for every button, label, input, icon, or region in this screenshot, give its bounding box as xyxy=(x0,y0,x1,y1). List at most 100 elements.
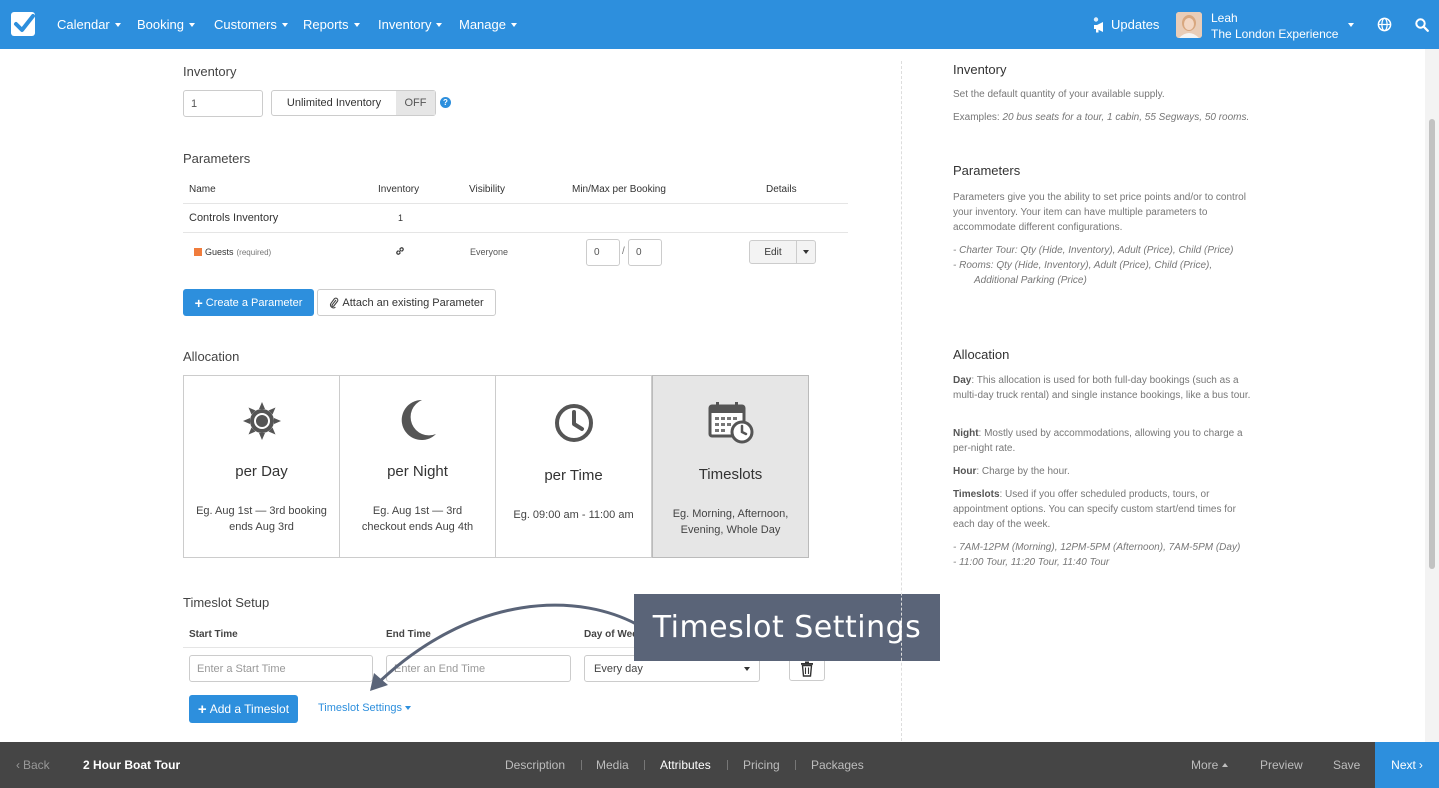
chevron-down-icon xyxy=(188,22,195,27)
main-content: Inventory 1 Unlimited Inventory OFF ? Pa… xyxy=(0,49,1439,742)
allocation-description: Eg. Aug 1st — 3rd checkout ends Aug 4th xyxy=(361,505,474,533)
help-timeslots-text: Timeslots: Used if you offer scheduled p… xyxy=(953,489,1236,530)
allocation-label: per Time xyxy=(544,467,603,484)
company-name: The London Experience xyxy=(1211,27,1339,41)
help-hour-text: Hour: Charge by the hour. xyxy=(953,466,1070,477)
back-button[interactable]: ‹ Back xyxy=(16,742,50,788)
chevron-down-icon xyxy=(114,22,121,27)
allocation-description: Eg. Aug 1st — 3rd booking ends Aug 3rd xyxy=(196,505,327,533)
user-name: Leah xyxy=(1211,11,1238,25)
chevron-up-icon xyxy=(1222,763,1229,767)
allocation-timeslots[interactable]: Timeslots Eg. Morning, Afternoon, Evening… xyxy=(652,375,809,558)
help-parameters-examples: - Charter Tour: Qty (Hide, Inventory), A… xyxy=(953,245,1234,286)
controls-inventory-count: 1 xyxy=(398,213,404,223)
user-menu[interactable]: Leah The London Experience xyxy=(1211,10,1346,42)
help-inventory-text: Set the default quantity of your availab… xyxy=(953,89,1165,100)
column-header-details: Details xyxy=(766,184,797,195)
column-header-name: Name xyxy=(189,184,216,195)
allocation-per-night[interactable]: per Night Eg. Aug 1st — 3rd checkout ends… xyxy=(339,375,496,558)
max-per-booking-input[interactable]: 0 xyxy=(628,239,662,266)
save-button[interactable]: Save xyxy=(1333,742,1360,788)
help-night-text: Night: Mostly used by accommodations, al… xyxy=(953,428,1243,454)
column-header-inventory: Inventory xyxy=(378,184,420,195)
column-header-visibility: Visibility xyxy=(469,184,505,195)
tab-description[interactable]: Description xyxy=(505,742,565,788)
help-inventory-title: Inventory xyxy=(953,62,1007,77)
annotation-arrow-icon xyxy=(370,603,647,691)
add-timeslot-button[interactable]: + Add a Timeslot xyxy=(189,695,298,723)
min-max-separator: / xyxy=(622,246,625,257)
paperclip-icon xyxy=(330,297,339,308)
annotation-callout: Timeslot Settings xyxy=(634,594,940,661)
more-button[interactable]: More xyxy=(1191,742,1229,788)
sidebar-divider xyxy=(901,61,902,741)
allocation-label: Timeslots xyxy=(698,466,763,483)
chevron-down-icon xyxy=(744,666,750,671)
edit-options-chevron-icon[interactable] xyxy=(797,241,815,263)
allocation-section-title: Allocation xyxy=(183,349,240,364)
user-avatar[interactable] xyxy=(1176,12,1202,38)
chevron-down-icon xyxy=(436,22,443,27)
edit-parameter-button[interactable]: Edit xyxy=(750,241,797,263)
clock-icon xyxy=(554,404,593,442)
parameter-color-swatch xyxy=(194,248,202,256)
checkfront-logo-icon[interactable] xyxy=(11,12,35,36)
top-nav-bar: Calendar Booking Customers Reports Inven… xyxy=(0,0,1439,49)
unlimited-inventory-label: Unlimited Inventory xyxy=(286,97,382,109)
tab-media[interactable]: Media xyxy=(596,742,629,788)
nav-inventory[interactable]: Inventory xyxy=(378,0,443,49)
preview-button[interactable]: Preview xyxy=(1260,742,1303,788)
timeslot-settings-link[interactable]: Timeslot Settings xyxy=(318,702,411,714)
trash-icon xyxy=(801,661,813,677)
chevron-down-icon xyxy=(404,706,411,710)
nav-calendar[interactable]: Calendar xyxy=(57,0,121,49)
attach-parameter-button[interactable]: Attach an existing Parameter xyxy=(317,289,496,316)
nav-manage[interactable]: Manage xyxy=(459,0,517,49)
user-menu-chevron-icon[interactable] xyxy=(1348,0,1354,49)
unlimited-inventory-state: OFF xyxy=(396,91,435,115)
nav-reports[interactable]: Reports xyxy=(303,0,360,49)
bottom-bar: ‹ Back 2 Hour Boat Tour Description Medi… xyxy=(0,742,1439,788)
chevron-right-icon: › xyxy=(1418,758,1423,772)
allocation-per-day[interactable]: per Day Eg. Aug 1st — 3rd booking ends Au… xyxy=(183,375,340,558)
allocation-label: per Night xyxy=(387,463,448,480)
start-time-input[interactable]: Enter a Start Time xyxy=(189,655,373,682)
unlimited-inventory-toggle[interactable]: Unlimited Inventory OFF xyxy=(271,90,436,116)
help-allocation-title: Allocation xyxy=(953,347,1010,362)
globe-icon[interactable] xyxy=(1377,0,1392,49)
nav-booking[interactable]: Booking xyxy=(137,0,195,49)
link-icon[interactable] xyxy=(394,245,406,260)
min-per-booking-input[interactable]: 0 xyxy=(586,239,620,266)
chevron-down-icon xyxy=(510,22,517,27)
megaphone-icon xyxy=(1093,16,1103,32)
plus-icon: + xyxy=(194,294,203,311)
edit-parameter-button-group: Edit xyxy=(749,240,816,264)
divider xyxy=(581,760,582,770)
help-inventory-examples: Examples: 20 bus seats for a tour, 1 cab… xyxy=(953,112,1250,123)
create-parameter-button[interactable]: + Create a Parameter xyxy=(183,289,314,316)
inventory-quantity-input[interactable]: 1 xyxy=(183,90,263,117)
chevron-left-icon: ‹ xyxy=(16,758,20,772)
help-icon[interactable]: ? xyxy=(440,97,451,108)
updates-button[interactable]: Updates xyxy=(1092,0,1159,49)
parameter-required: (required) xyxy=(236,247,272,257)
scrollbar-thumb[interactable] xyxy=(1429,119,1435,569)
nav-customers[interactable]: Customers xyxy=(214,0,288,49)
tab-pricing[interactable]: Pricing xyxy=(743,742,780,788)
search-icon[interactable] xyxy=(1415,0,1429,49)
help-parameters-title: Parameters xyxy=(953,163,1021,178)
next-button[interactable]: Next › xyxy=(1375,742,1439,788)
divider xyxy=(727,760,728,770)
chevron-down-icon xyxy=(281,22,288,27)
help-day-text: Day: This allocation is used for both fu… xyxy=(953,375,1251,401)
allocation-per-time[interactable]: per Time Eg. 09:00 am - 11:00 am xyxy=(495,375,652,558)
column-header-start-time: Start Time xyxy=(189,629,238,640)
calendar-clock-icon xyxy=(708,402,753,444)
plus-icon: + xyxy=(197,700,207,718)
tab-packages[interactable]: Packages xyxy=(811,742,864,788)
allocation-label: per Day xyxy=(235,463,288,480)
product-name: 2 Hour Boat Tour xyxy=(83,758,181,772)
divider xyxy=(795,760,796,770)
tab-attributes[interactable]: Attributes xyxy=(660,742,711,788)
scrollbar[interactable] xyxy=(1425,49,1439,742)
